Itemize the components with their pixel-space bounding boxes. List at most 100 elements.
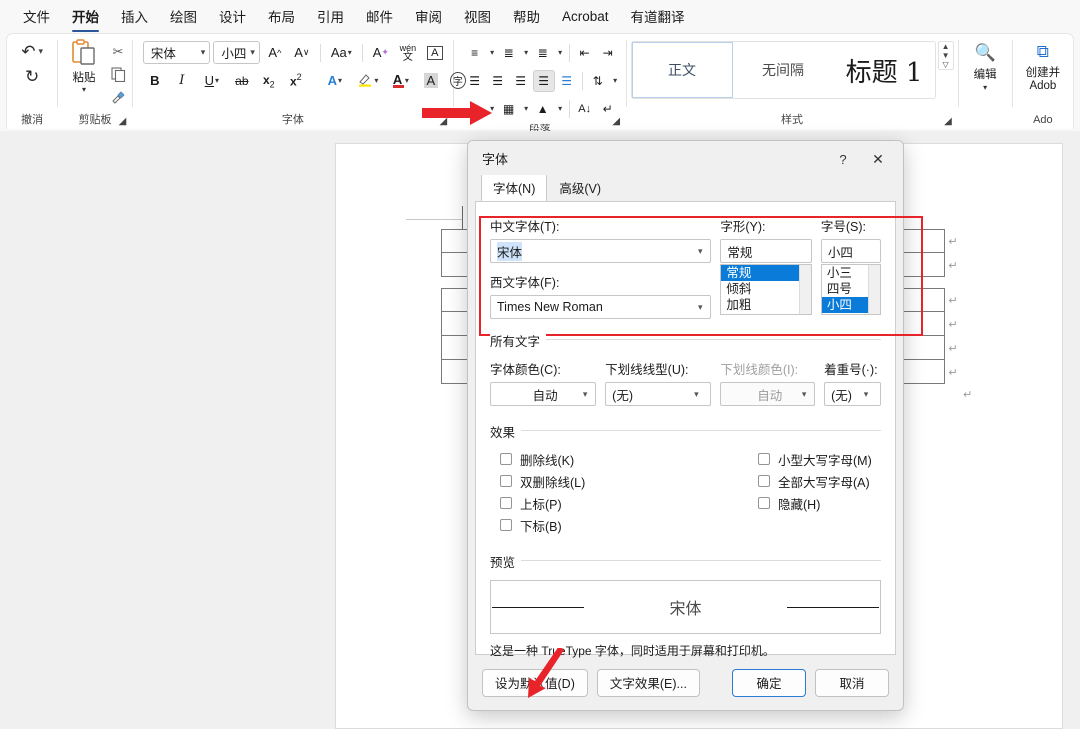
underline-style-select[interactable]: (无) ▾ [605,382,712,406]
list-item[interactable]: 常规 [721,265,811,281]
paste-button[interactable]: 粘贴 ▾ [62,38,106,107]
scroll-down-icon[interactable]: ▼ [939,51,953,60]
redo-button[interactable]: ↻ [25,64,39,89]
emphasis-mark-select[interactable]: (无) ▾ [824,382,882,406]
chevron-down-icon[interactable]: ▾ [577,389,593,400]
checkbox-icon[interactable] [500,453,512,465]
style-gallery-scrollbar[interactable]: ▲ ▼ ▽ [937,41,954,70]
change-case-button[interactable]: Aa ▾ [326,41,356,65]
adjust-list-indents-button[interactable]: ▲ [532,98,554,120]
font-size-input[interactable]: 小四 [820,239,881,263]
superscript-button[interactable]: x2 [284,69,308,93]
ribbon-tab-review[interactable]: 审阅 [404,2,453,31]
style-item-no-spacing[interactable]: 无间隔 [733,42,834,98]
font-size-combo[interactable]: 小四 ▾ [213,41,260,64]
list-item[interactable]: 倾斜 [721,281,811,297]
checkbox-icon[interactable] [500,475,512,487]
ribbon-tab-references[interactable]: 引用 [306,2,355,31]
chevron-down-icon[interactable]: ▾ [487,98,497,120]
ribbon-tab-layout[interactable]: 布局 [257,2,306,31]
undo-button[interactable]: ↶ ▾ [21,39,43,64]
highlight-button[interactable]: ▾ [353,69,383,93]
copy-icon[interactable] [108,65,128,84]
checkbox-hidden[interactable]: 隐藏(H) [758,492,881,514]
checkbox-strikethrough[interactable]: 删除线(K) [500,448,758,470]
font-name-combo[interactable]: 宋体 ▾ [142,41,211,64]
phonetic-guide-button[interactable]: wén 文 [396,41,420,65]
character-shading-button[interactable]: A [419,69,443,93]
editing-button[interactable]: 🔍 编辑 ▾ [962,37,1008,92]
set-default-button[interactable]: 设为默认值(D) [482,668,588,697]
decrease-indent-button[interactable]: ⇤ [574,42,596,64]
format-painter-icon[interactable] [108,88,128,107]
ribbon-tab-insert[interactable]: 插入 [110,2,159,31]
font-color-button[interactable]: A ▾ [386,69,416,93]
clipboard-dialog-launcher[interactable]: ◢ [116,115,129,128]
cn-font-input[interactable]: 宋体 ▾ [490,239,712,263]
ribbon-tab-view[interactable]: 视图 [453,2,502,31]
justify-button[interactable]: ☰ [532,69,555,92]
strikethrough-button[interactable]: ab [230,69,254,93]
checkbox-icon[interactable] [758,497,770,509]
sort-button[interactable]: A↓ [574,98,596,120]
listbox-scrollbar[interactable] [798,265,811,314]
cut-icon[interactable]: ✂ [108,42,128,61]
scroll-up-icon[interactable]: ▲ [939,42,953,51]
chevron-down-icon[interactable]: ▾ [688,389,704,400]
chevron-down-icon[interactable]: ▾ [555,98,565,120]
font-style-listbox[interactable]: 常规 倾斜 加粗 [720,264,812,315]
close-icon[interactable]: ✕ [867,149,889,169]
style-item-heading-1[interactable]: 标题 1 [834,42,935,98]
chevron-down-icon[interactable]: ▾ [858,389,874,400]
list-item[interactable]: 加粗 [721,297,811,313]
styles-dialog-launcher[interactable]: ◢ [942,115,955,128]
clear-formatting-button[interactable]: A ✦ [369,41,393,65]
bullets-button[interactable]: ≡ [464,42,486,64]
checkbox-icon[interactable] [500,519,512,531]
style-item-normal[interactable]: 正文 [631,42,733,98]
chevron-down-icon[interactable]: ▾ [692,246,708,257]
subscript-button[interactable]: x2 [257,69,281,93]
dialog-tab-font[interactable]: 字体(N) [481,173,548,201]
chevron-down-icon[interactable]: ▾ [983,83,987,92]
listbox-scrollbar[interactable] [867,265,880,314]
more-styles-icon[interactable]: ▽ [939,60,953,69]
paragraph-dialog-launcher[interactable]: ◢ [610,115,623,128]
chevron-down-icon[interactable]: ▾ [521,42,531,64]
text-effects-button[interactable]: A ▾ [320,69,350,93]
ribbon-tab-help[interactable]: 帮助 [502,2,551,31]
chevron-down-icon[interactable]: ▾ [521,98,531,120]
bold-button[interactable]: B [143,69,167,93]
ribbon-tab-mailings[interactable]: 邮件 [355,2,404,31]
font-size-listbox[interactable]: 小三 四号 小四 [820,264,881,315]
character-border-button[interactable]: A [423,41,447,65]
checkbox-small-caps[interactable]: 小型大写字母(M) [758,448,881,470]
font-dialog-launcher[interactable]: ◢ [437,115,450,128]
text-effects-button[interactable]: 文字效果(E)... [596,668,700,697]
checkbox-superscript[interactable]: 上标(P) [500,492,758,514]
chevron-down-icon[interactable]: ▾ [487,42,497,64]
create-adobe-pdf-button[interactable]: ⧉ 创建并 Adob [1017,37,1069,92]
checkbox-icon[interactable] [758,475,770,487]
latin-font-input[interactable]: Times New Roman ▾ [490,295,712,319]
grow-font-button[interactable]: A ^ [263,41,287,65]
checkbox-icon[interactable] [758,453,770,465]
chevron-down-icon[interactable]: ▾ [38,46,43,57]
align-right-button[interactable]: ☰ [510,70,532,92]
distribute-button[interactable]: ☰ [556,70,578,92]
shrink-font-button[interactable]: A ∨ [290,41,314,65]
align-left-button[interactable]: ☰ [464,70,486,92]
ribbon-tab-acrobat[interactable]: Acrobat [551,5,620,29]
borders-button[interactable]: ▦ [498,98,520,120]
font-style-input[interactable]: 常规 [720,239,812,263]
font-color-select[interactable]: 自动 ▾ [490,382,597,406]
chevron-down-icon[interactable]: ▾ [610,70,620,92]
ribbon-tab-home[interactable]: 开始 [61,2,110,32]
multilevel-list-button[interactable]: ≣ [532,42,554,64]
checkbox-subscript[interactable]: 下标(B) [500,514,758,536]
ribbon-tab-youdao-translate[interactable]: 有道翻译 [620,2,696,31]
ribbon-tab-file[interactable]: 文件 [12,2,61,31]
checkbox-double-strikethrough[interactable]: 双删除线(L) [500,470,758,492]
cancel-button[interactable]: 取消 [815,668,889,697]
chevron-down-icon[interactable]: ▾ [555,42,565,64]
